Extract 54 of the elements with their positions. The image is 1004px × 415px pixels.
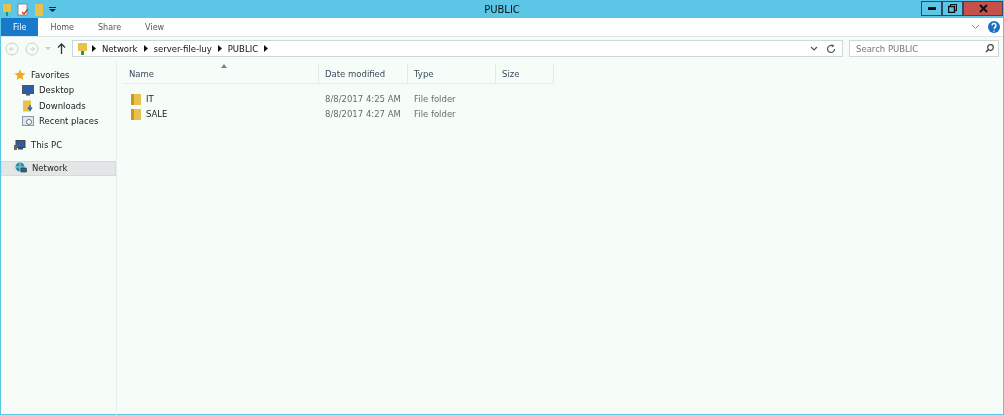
search-icon[interactable] [985, 44, 994, 53]
expand-ribbon-icon[interactable] [971, 24, 980, 30]
file-name[interactable]: IT [123, 92, 319, 105]
address-bar[interactable]: Network server-file-luy PUBLIC [72, 40, 843, 57]
close-icon [978, 4, 988, 13]
up-arrow-icon[interactable] [57, 43, 66, 54]
table-cell-text: 8/8/2017 4:27 AM [324, 109, 402, 120]
nav-item[interactable]: Recent places [1, 113, 116, 129]
breadcrumb[interactable]: Network [102, 43, 138, 54]
sort-arrow-icon [220, 64, 227, 68]
dropdown-icon[interactable] [810, 46, 818, 51]
table-cell-text: File folder [413, 93, 457, 104]
chevron-icon[interactable] [264, 45, 269, 52]
nav-item[interactable]: Desktop [1, 82, 116, 98]
recent-places-icon [22, 115, 34, 128]
breadcrumb[interactable]: server-file-luy [153, 43, 212, 54]
folder-icon [131, 92, 141, 105]
network-icon [77, 41, 88, 56]
table-cell-text: File folder [413, 109, 457, 120]
ribbon-tab[interactable]: View [133, 18, 177, 36]
column-header[interactable]: Name [123, 64, 319, 83]
chevron-icon[interactable] [92, 45, 96, 52]
column-header[interactable]: Type [408, 64, 496, 83]
table-cell-text: 8/8/2017 4:25 AM [324, 93, 402, 104]
breadcrumb[interactable]: PUBLIC [227, 43, 259, 54]
column-header[interactable]: Size [496, 64, 554, 83]
chevron-icon[interactable] [143, 45, 148, 52]
minimize-icon [927, 7, 936, 10]
restore-button[interactable] [942, 1, 963, 16]
star-icon [14, 68, 26, 81]
refresh-icon[interactable] [826, 43, 836, 54]
computer-icon [14, 138, 26, 151]
window-title: PUBLIC [483, 4, 521, 15]
folder-icon [131, 108, 141, 121]
nav-item[interactable]: Favorites [1, 67, 116, 83]
chevron-icon[interactable] [217, 45, 222, 52]
help-icon[interactable] [988, 21, 1000, 33]
ribbon-tab[interactable]: Share [86, 18, 134, 36]
close-button[interactable] [963, 1, 1003, 16]
nav-item[interactable]: This PC [1, 137, 116, 153]
restore-icon [948, 4, 957, 13]
properties-icon[interactable] [17, 3, 29, 16]
search-field[interactable]: Search PUBLIC [849, 40, 999, 57]
minimize-button[interactable] [921, 1, 942, 16]
ribbon-tab[interactable]: File [1, 18, 39, 36]
nav-item[interactable]: Downloads [1, 98, 116, 114]
file-name[interactable]: SALE [123, 108, 319, 121]
network-icon [15, 162, 27, 175]
monitor-icon [22, 84, 34, 97]
folder-download-icon [22, 99, 34, 112]
column-header[interactable]: Date modified [319, 64, 408, 83]
nav-item[interactable]: Network [1, 160, 116, 176]
ribbon-tab[interactable]: Home [38, 18, 86, 36]
dropdown-icon[interactable] [49, 6, 56, 13]
